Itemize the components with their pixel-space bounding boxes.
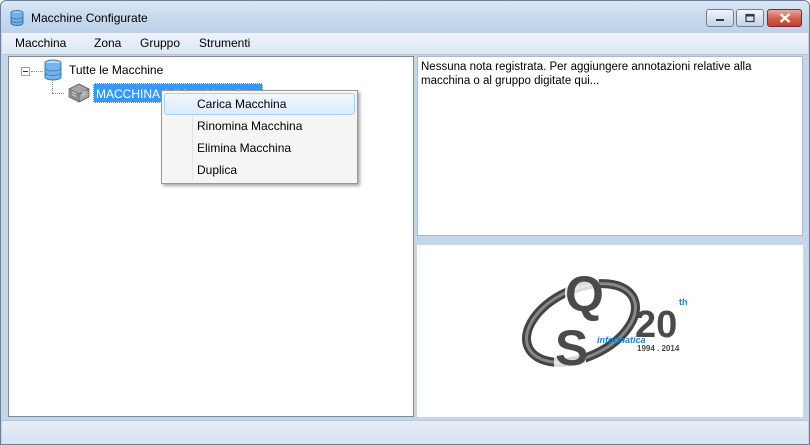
minimize-icon	[716, 19, 724, 21]
menu-macchina[interactable]: Macchina	[15, 36, 66, 50]
context-item-elimina-macchina[interactable]: Elimina Macchina	[164, 137, 355, 159]
logo-suffix: th	[679, 297, 688, 307]
status-bar	[2, 420, 808, 444]
close-button[interactable]	[767, 9, 802, 27]
notes-text: Nessuna nota registrata. Per aggiungere …	[421, 61, 752, 87]
maximize-button[interactable]	[736, 9, 764, 27]
notes-textarea[interactable]: Nessuna nota registrata. Per aggiungere …	[417, 56, 803, 236]
context-item-carica-macchina[interactable]: Carica Macchina	[164, 93, 355, 115]
menu-bar: Macchina Zona Gruppo Strumenti	[2, 33, 808, 55]
window-title: Macchine Configurate	[31, 11, 148, 25]
logo-years: 1994 . 2014	[637, 344, 680, 353]
tree-root-label[interactable]: Tutte le Macchine	[69, 63, 163, 77]
collapse-toggle[interactable]	[21, 67, 30, 76]
database-icon	[10, 10, 24, 26]
minimize-button[interactable]	[706, 9, 734, 27]
close-icon	[779, 13, 790, 23]
maximize-icon	[745, 13, 755, 23]
machine-icon	[68, 83, 90, 103]
logo-q: Q	[565, 266, 604, 322]
tree-connector	[52, 93, 64, 94]
logo-s: S	[555, 320, 588, 376]
context-menu: Carica Macchina Rinomina Macchina Elimin…	[161, 90, 358, 184]
menu-strumenti[interactable]: Strumenti	[199, 36, 250, 50]
menu-zona[interactable]: Zona	[94, 36, 121, 50]
application-window: Macchine Configurate Macchina Zona Grupp…	[0, 0, 810, 445]
menu-gruppo[interactable]: Gruppo	[140, 36, 180, 50]
tree-connector	[52, 79, 53, 93]
database-icon	[44, 59, 62, 81]
context-item-duplica[interactable]: Duplica	[164, 159, 355, 181]
tree-connector	[31, 71, 43, 72]
logo-anniversary: 20	[635, 304, 677, 346]
context-item-rinomina-macchina[interactable]: Rinomina Macchina	[164, 115, 355, 137]
title-bar[interactable]: Macchine Configurate	[1, 1, 809, 33]
company-logo: Q S informatica 20 th 1994 . 2014	[522, 265, 688, 376]
